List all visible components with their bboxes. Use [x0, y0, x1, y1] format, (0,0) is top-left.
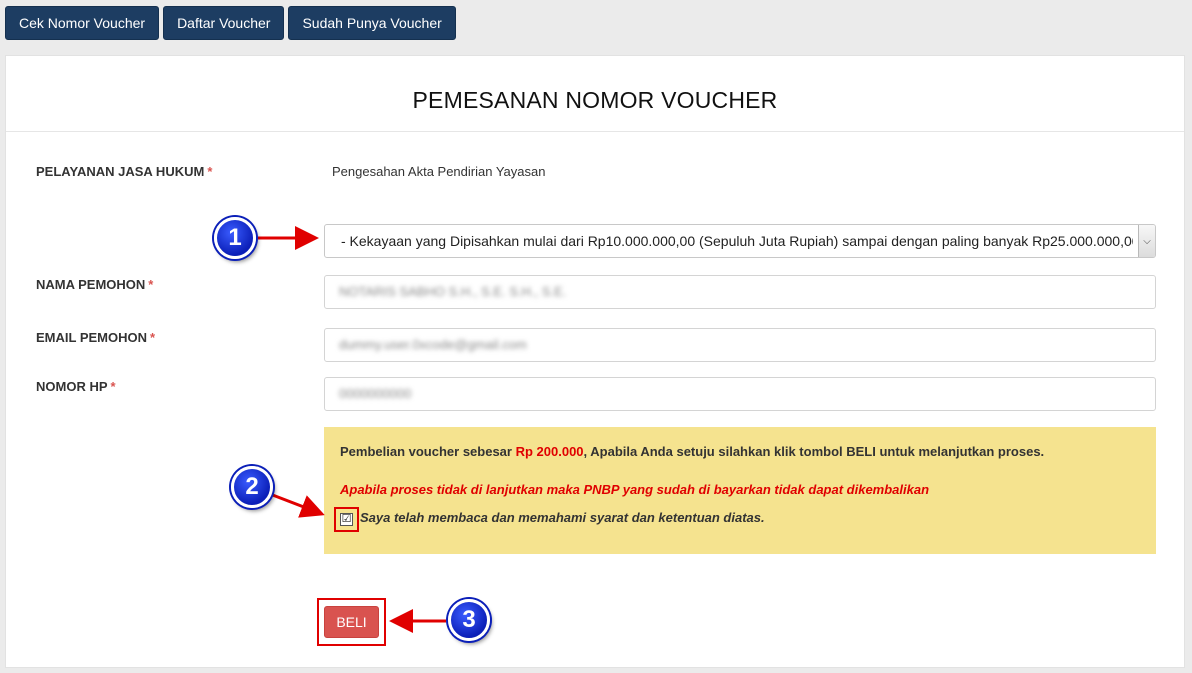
step-marker-2: 2 — [231, 466, 273, 508]
annotation-arrows — [258, 226, 446, 633]
arrow-2 — [269, 492, 325, 518]
step-marker-1: 1 — [214, 217, 256, 259]
step-marker-3: 3 — [448, 599, 490, 641]
